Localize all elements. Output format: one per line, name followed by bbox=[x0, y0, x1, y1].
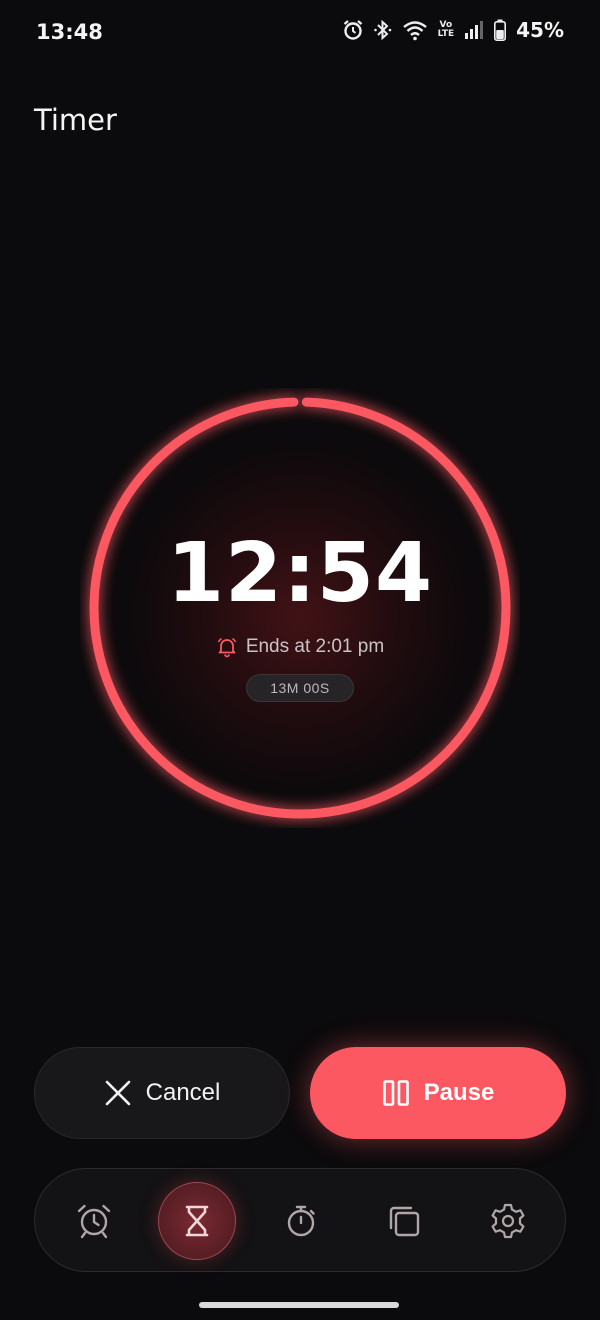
cancel-label: Cancel bbox=[145, 1079, 221, 1106]
pause-icon bbox=[382, 1079, 410, 1107]
close-icon bbox=[104, 1079, 132, 1107]
stopwatch-icon bbox=[283, 1203, 319, 1239]
alarm-icon bbox=[342, 19, 364, 41]
cancel-button[interactable]: Cancel bbox=[34, 1047, 290, 1139]
battery-icon bbox=[494, 19, 507, 41]
nav-timer[interactable] bbox=[158, 1182, 236, 1260]
home-indicator[interactable] bbox=[199, 1302, 399, 1308]
gear-icon bbox=[489, 1202, 527, 1240]
status-bar: 13:48 Vo LTE 45% bbox=[0, 0, 600, 66]
signal-icon bbox=[464, 20, 484, 40]
timer-display: 12:54 Ends at 2:01 pm 13M 00S bbox=[80, 388, 520, 828]
wifi-icon bbox=[402, 19, 428, 41]
ends-at-row: Ends at 2:01 pm bbox=[80, 636, 520, 658]
volte-icon: Vo LTE bbox=[438, 21, 455, 39]
page-title: Timer bbox=[34, 103, 117, 137]
status-time: 13:48 bbox=[36, 20, 103, 44]
alarm-clock-icon bbox=[75, 1202, 113, 1240]
timer-screen: 13:48 Vo LTE 45% Timer 12:54 Ends at 2:0… bbox=[0, 0, 600, 1320]
duration-badge: 13M 00S bbox=[246, 674, 354, 702]
volte-lte-text: LTE bbox=[437, 29, 455, 39]
status-icons: Vo LTE 45% bbox=[342, 18, 564, 42]
nav-settings[interactable] bbox=[469, 1182, 547, 1260]
bluetooth-icon bbox=[373, 19, 392, 41]
ends-at-text: Ends at 2:01 pm bbox=[245, 636, 385, 657]
pause-label: Pause bbox=[423, 1079, 495, 1106]
nav-alarm[interactable] bbox=[55, 1182, 133, 1260]
pause-button[interactable]: Pause bbox=[310, 1047, 566, 1139]
nav-world-clock[interactable] bbox=[365, 1182, 443, 1260]
battery-percent: 45% bbox=[516, 18, 564, 42]
timer-remaining: 12:54 bbox=[166, 526, 433, 621]
nav-stopwatch[interactable] bbox=[262, 1182, 340, 1260]
layers-icon bbox=[386, 1203, 422, 1239]
bell-ring-icon bbox=[216, 636, 238, 658]
bottom-navigation bbox=[34, 1168, 566, 1272]
hourglass-icon bbox=[180, 1204, 214, 1238]
